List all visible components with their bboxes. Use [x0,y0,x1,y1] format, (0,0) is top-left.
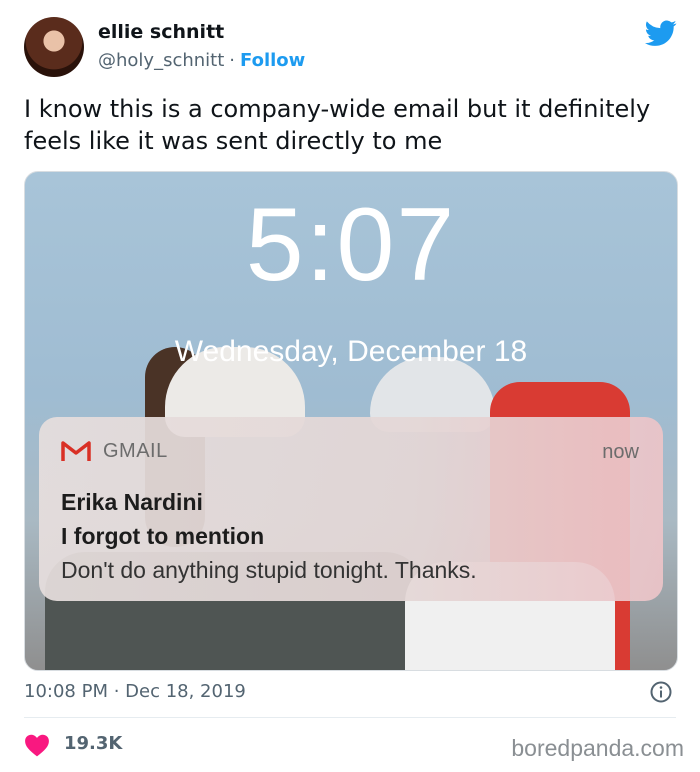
notification-app-name: GMAIL [103,440,168,462]
lockscreen-date: Wednesday, December 18 [174,335,528,368]
notification-subject: I forgot to mention [61,523,265,549]
like-count[interactable]: 19.3K [64,733,122,754]
separator-dot: · [229,50,236,71]
heart-icon[interactable] [24,733,50,757]
avatar[interactable] [24,17,84,77]
gmail-icon [61,441,91,461]
tweet-media[interactable]: 5:07 Wednesday, December 18 GMAIL now Er… [24,171,678,671]
divider [24,717,676,718]
author-handle[interactable]: @holy_schnitt [98,50,224,71]
notification-body: Don't do anything stupid tonight. Thanks… [61,557,477,583]
twitter-bird-icon[interactable] [645,20,677,47]
author-name[interactable]: ellie schnitt [98,21,224,43]
tweet-timestamp[interactable]: 10:08 PM · Dec 18, 2019 [24,681,246,702]
author-handle-row: @holy_schnitt · Follow [98,50,305,71]
info-icon[interactable] [650,681,672,703]
tweet-text: I know this is a company-wide email but … [24,95,651,155]
watermark: boredpanda.com [511,735,684,761]
notification-sender: Erika Nardini [61,489,203,515]
notification-time: now [602,441,639,463]
follow-button[interactable]: Follow [240,50,305,71]
notification-card: GMAIL now Erika Nardini I forgot to ment… [39,417,663,601]
lockscreen-time: 5:07 [245,187,457,303]
